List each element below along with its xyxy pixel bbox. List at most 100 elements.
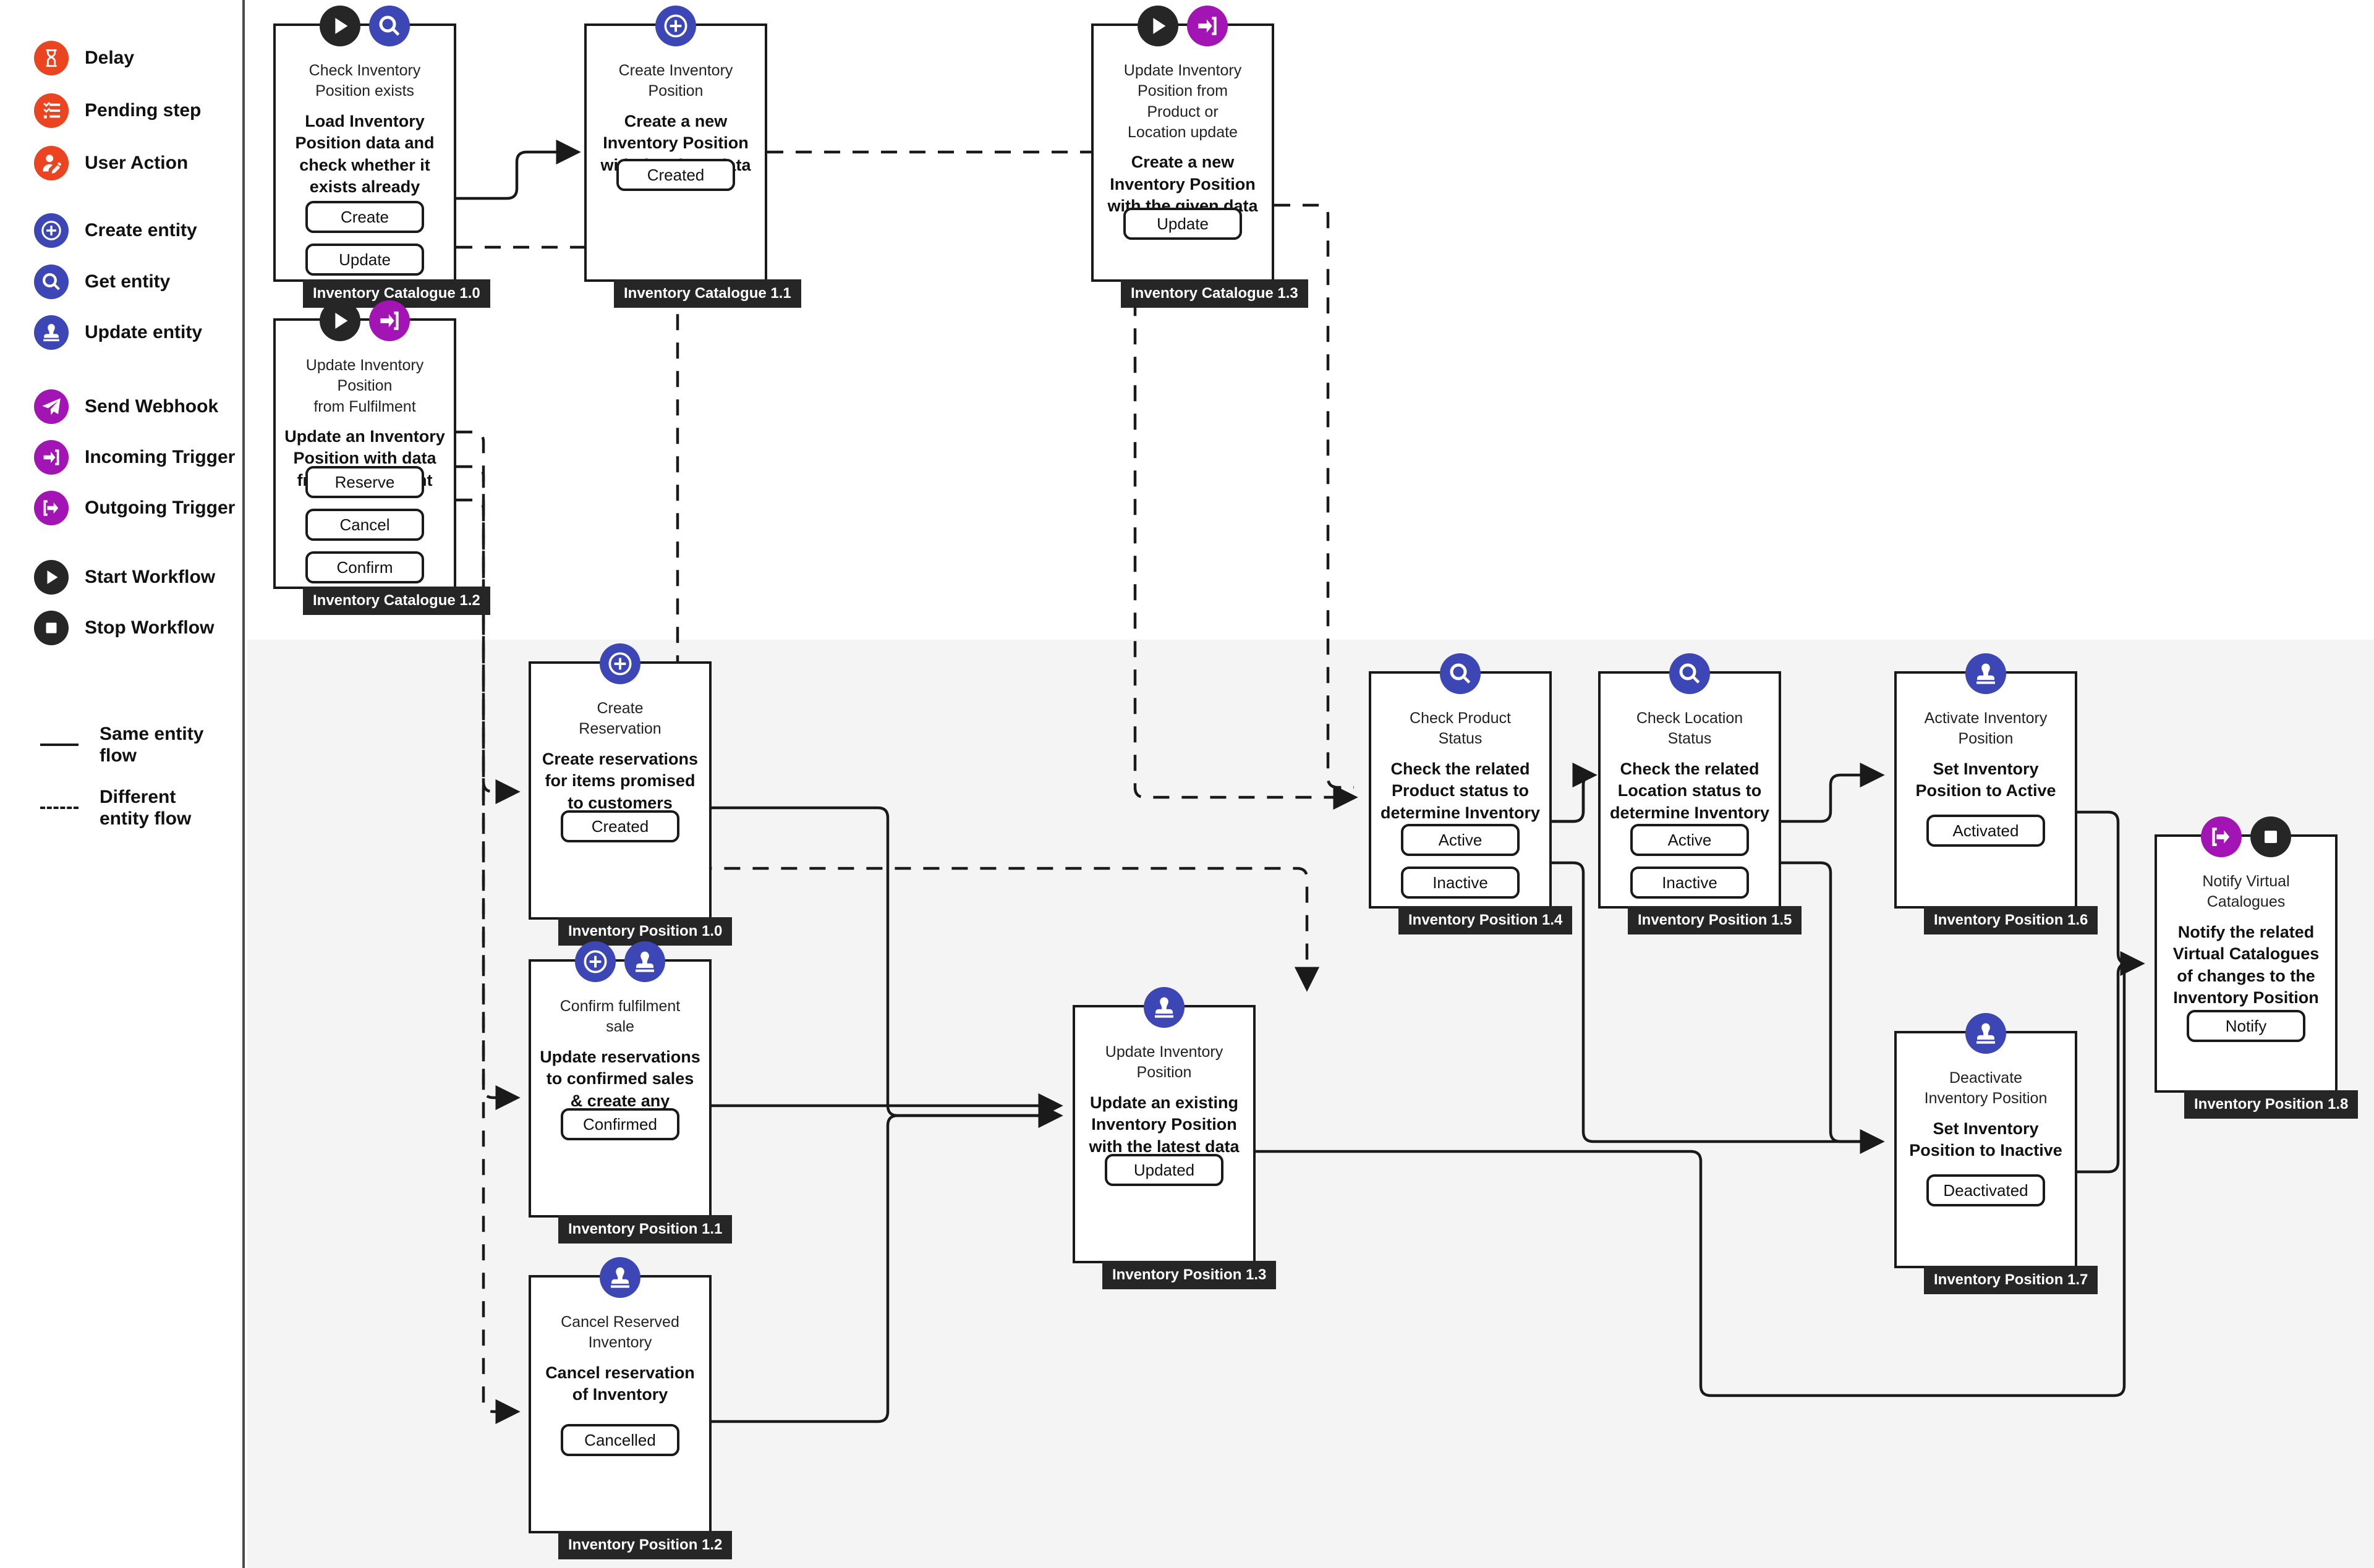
- outcome-button-confirm[interactable]: Confirm: [305, 551, 424, 583]
- outcome-button-active[interactable]: Active: [1401, 824, 1520, 856]
- outcome-button-create[interactable]: Create: [305, 201, 424, 233]
- card-tag-label: Inventory Position 1.4: [1398, 906, 1573, 934]
- legend-item-delay: Delay: [34, 41, 134, 75]
- card-tag-label: Inventory Position 1.7: [1924, 1266, 2098, 1294]
- card-tag-label: Inventory Position 1.6: [1924, 906, 2098, 934]
- plus-circle-icon: [655, 6, 696, 46]
- magnifier-icon: [369, 6, 410, 46]
- workflow-card-ip14[interactable]: Check Product Status Check the related Pro…: [1369, 653, 1552, 909]
- card-title: Notify the related Virtual Catalogues of…: [2172, 922, 2320, 1007]
- outcome-button-update[interactable]: Update: [305, 244, 424, 276]
- user-edit-icon: [34, 146, 69, 180]
- card-outcome-buttons: Create Update: [276, 201, 454, 276]
- card-tag-label: Inventory Catalogue 1.1: [614, 279, 801, 308]
- outcome-button-confirmed[interactable]: Confirmed: [561, 1108, 679, 1140]
- card-outcome-buttons: Active Inactive: [1371, 824, 1549, 899]
- legend-panel: Delay Pending step User Action Create entit…: [0, 0, 245, 1568]
- card-tag-label: Inventory Position 1.3: [1102, 1261, 1277, 1289]
- workflow-card-ip10[interactable]: Create Reservation Create reservations for…: [529, 643, 712, 920]
- play-icon: [320, 300, 360, 341]
- legend-item-label: Incoming Trigger: [85, 447, 236, 468]
- legend-item-label: Pending step: [85, 100, 202, 121]
- outcome-button-updated[interactable]: Updated: [1105, 1154, 1223, 1186]
- workflow-diagram: Delay Pending step User Action Create entit…: [0, 0, 2374, 1568]
- plus-circle-icon: [34, 213, 69, 248]
- card-tag-label: Inventory Position 1.1: [558, 1215, 733, 1244]
- legend-item-incoming-trigger: Incoming Trigger: [34, 440, 235, 475]
- legend-item-pending-step: Pending step: [34, 93, 201, 128]
- outcome-button-notify[interactable]: Notify: [2187, 1010, 2305, 1042]
- outcome-button-active[interactable]: Active: [1630, 824, 1749, 856]
- play-icon: [320, 6, 360, 46]
- outcome-button-inactive[interactable]: Inactive: [1401, 867, 1520, 899]
- play-icon: [34, 560, 69, 595]
- outcome-button-created[interactable]: Created: [561, 810, 679, 842]
- card-outcome-buttons: Cancelled: [531, 1424, 709, 1456]
- card-title: Create reservations for items promised t…: [542, 749, 699, 812]
- card-icon-group: [1371, 653, 1549, 694]
- arrow-into-box-icon: [34, 440, 69, 475]
- outcome-button-created[interactable]: Created: [616, 159, 735, 191]
- outcome-button-update[interactable]: Update: [1123, 208, 1242, 240]
- card-outcome-buttons: Update: [1094, 208, 1272, 240]
- card-icon-group: [531, 941, 709, 982]
- outcome-button-cancel[interactable]: Cancel: [305, 509, 424, 541]
- play-icon: [1138, 6, 1178, 46]
- wire-ic10-create-to-ic11: [456, 139, 581, 200]
- magnifier-icon: [1440, 653, 1481, 694]
- card-icon-group: [276, 300, 454, 341]
- card-title: Set Inventory Position to Inactive: [1909, 1119, 2062, 1160]
- legend-item-update-entity: Update entity: [34, 315, 202, 350]
- workflow-card-ic13[interactable]: Update Inventory Position from Product or L…: [1091, 6, 1274, 282]
- legend-item-get-entity: Get entity: [34, 265, 170, 299]
- card-subtitle: Deactivate Inventory Position: [1924, 1069, 2048, 1108]
- legend-line-solid: Same entity flow: [34, 723, 223, 767]
- stamp-icon: [1144, 987, 1185, 1028]
- magnifier-icon: [1669, 653, 1710, 694]
- outcome-button-reserve[interactable]: Reserve: [305, 466, 424, 498]
- arrow-into-box-icon: [369, 300, 410, 341]
- stamp-icon: [34, 315, 69, 350]
- card-subtitle: Update Inventory Position from Fulfilment: [305, 357, 424, 415]
- workflow-card-ip16[interactable]: Activate Inventory Position Set Inventory …: [1894, 653, 2077, 909]
- card-icon-group: [1897, 1013, 2075, 1054]
- outcome-button-activated[interactable]: Activated: [1926, 815, 2045, 847]
- diagram-canvas: Check Inventory Position exists Load Inven…: [247, 0, 2374, 1568]
- card-icon-group: [531, 643, 709, 684]
- card-icon-group: [1897, 653, 2075, 694]
- card-outcome-buttons: Updated: [1075, 1154, 1253, 1186]
- workflow-card-ic11[interactable]: Create Inventory Position Create a new Inv…: [584, 6, 767, 282]
- workflow-card-ip12[interactable]: Cancel Reserved Inventory Cancel reservati…: [529, 1257, 712, 1533]
- card-icon-group: [276, 6, 454, 46]
- workflow-card-ip18[interactable]: Notify Virtual Catalogues Notify the relat…: [2155, 816, 2338, 1093]
- workflow-card-ip17[interactable]: Deactivate Inventory Position Set Inventor…: [1894, 1013, 2077, 1268]
- card-tag-label: Inventory Catalogue 1.2: [303, 587, 490, 615]
- workflow-card-ic12[interactable]: Update Inventory Position from Fulfilment…: [273, 300, 456, 589]
- outcome-button-deactivated[interactable]: Deactivated: [1926, 1174, 2045, 1206]
- card-subtitle: Confirm fulfilment sale: [559, 998, 681, 1036]
- card-icon-group: [1601, 653, 1779, 694]
- workflow-card-ip15[interactable]: Check Location Status Check the related Lo…: [1598, 653, 1781, 909]
- outcome-button-inactive[interactable]: Inactive: [1630, 867, 1749, 899]
- stop-icon: [2250, 816, 2291, 857]
- card-tag-label: Inventory Position 1.2: [558, 1531, 733, 1559]
- legend-item-send-webhook: Send Webhook: [34, 389, 218, 424]
- legend-item-create-entity: Create entity: [34, 213, 197, 248]
- legend-line-label: Same entity flow: [100, 724, 204, 766]
- card-icon-group: [2157, 816, 2335, 857]
- workflow-card-ip11[interactable]: Confirm fulfilment sale Update reservation…: [529, 941, 712, 1218]
- workflow-card-ip13[interactable]: Update Inventory Position Update an existi…: [1073, 987, 1256, 1263]
- legend-item-label: Send Webhook: [85, 396, 219, 417]
- arrow-out-of-box-icon: [2201, 816, 2242, 857]
- card-title: Load Inventory Position data and check w…: [295, 111, 435, 197]
- legend-item-stop-workflow: Stop Workflow: [34, 611, 214, 645]
- card-outcome-buttons: Active Inactive: [1601, 824, 1779, 899]
- stop-icon: [34, 611, 69, 645]
- card-outcome-buttons: Created: [587, 159, 765, 191]
- legend-item-label: Update entity: [85, 322, 203, 343]
- stamp-icon: [1965, 653, 2006, 694]
- workflow-card-ic10[interactable]: Check Inventory Position exists Load Inven…: [273, 6, 456, 282]
- card-title: Update an existing Inventory Position wi…: [1089, 1093, 1240, 1156]
- card-icon-group: [587, 6, 765, 46]
- outcome-button-cancelled[interactable]: Cancelled: [561, 1424, 679, 1456]
